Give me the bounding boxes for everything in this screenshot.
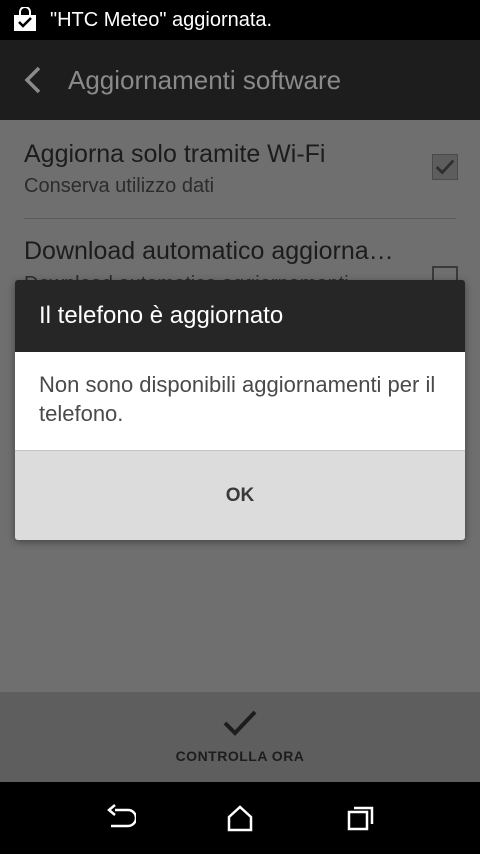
update-dialog: Il telefono è aggiornato Non sono dispon… xyxy=(15,280,465,540)
chevron-left-icon[interactable] xyxy=(20,64,46,96)
wifi-only-checkbox[interactable] xyxy=(432,154,458,180)
back-arrow-icon[interactable] xyxy=(106,804,136,832)
setting-title: Download automatico aggiornam… xyxy=(24,237,404,265)
dialog-title: Il telefono è aggiornato xyxy=(39,302,284,329)
setting-summary: Conserva utilizzo dati xyxy=(24,175,215,197)
shopping-bag-check-icon xyxy=(14,7,36,31)
check-now-button[interactable]: CONTROLLA ORA xyxy=(0,692,480,782)
check-now-label: CONTROLLA ORA xyxy=(175,748,305,764)
dialog-message: Non sono disponibili aggiornamenti per i… xyxy=(39,372,436,426)
checkmark-icon xyxy=(435,159,455,175)
dialog-header: Il telefono è aggiornato xyxy=(15,280,465,352)
dialog-body: Non sono disponibili aggiornamenti per i… xyxy=(15,352,465,450)
dialog-footer: OK xyxy=(15,450,465,540)
page-title: Aggiornamenti software xyxy=(68,65,342,95)
setting-title: Aggiorna solo tramite Wi-Fi xyxy=(24,140,326,168)
checkmark-icon xyxy=(223,710,257,736)
home-icon[interactable] xyxy=(225,804,255,832)
recents-icon[interactable] xyxy=(346,804,376,832)
status-bar: "HTC Meteo" aggiornata. xyxy=(0,0,480,40)
notification-text: "HTC Meteo" aggiornata. xyxy=(50,9,273,31)
ok-button[interactable]: OK xyxy=(15,451,465,540)
setting-wifi-only[interactable]: Aggiorna solo tramite Wi-Fi Conserva uti… xyxy=(0,120,480,218)
navigation-bar xyxy=(0,782,480,854)
action-bar: Aggiornamenti software xyxy=(0,40,480,120)
